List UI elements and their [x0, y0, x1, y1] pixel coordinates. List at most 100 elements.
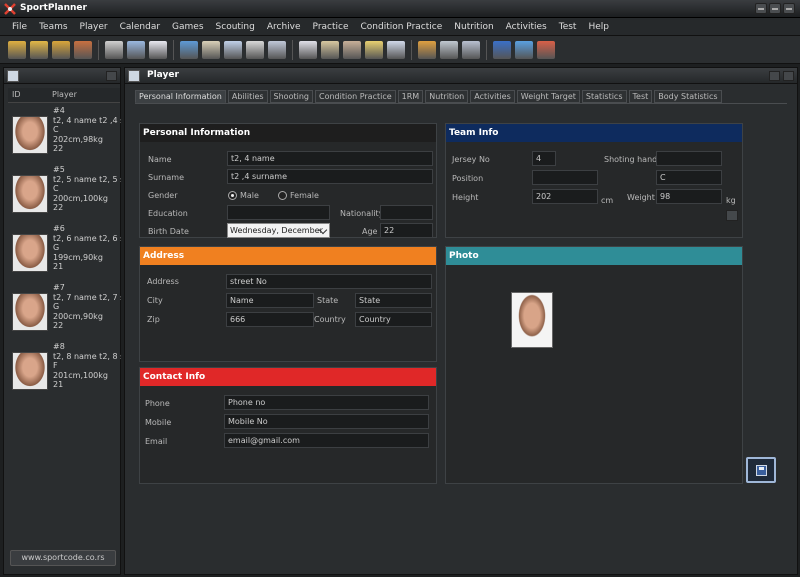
- player-row[interactable]: #6t2, 6 name t2, 6 suG199cm,90kg21: [8, 224, 121, 282]
- birth-date-picker[interactable]: Wednesday, December: [227, 223, 330, 238]
- help-icon[interactable]: [493, 41, 511, 59]
- height-field[interactable]: 202: [532, 189, 598, 204]
- surname-field[interactable]: t2 ,4 surname: [227, 169, 433, 184]
- tab-1rm[interactable]: 1RM: [397, 90, 424, 103]
- weight-field[interactable]: 98: [656, 189, 722, 204]
- list-icon[interactable]: [387, 41, 405, 59]
- tab-weight-target[interactable]: Weight Target: [516, 90, 580, 103]
- menu-teams[interactable]: Teams: [33, 18, 73, 36]
- player-detail-line: G: [53, 243, 60, 252]
- calendar-icon[interactable]: [224, 41, 242, 59]
- player-row[interactable]: #5t2, 5 name t2, 5 suC200cm,100kg22: [8, 165, 121, 223]
- tab-condition-practice[interactable]: Condition Practice: [314, 90, 396, 103]
- education-field[interactable]: [227, 205, 330, 220]
- panel-minimize-button[interactable]: [769, 71, 780, 81]
- sportcode-link[interactable]: www.sportcode.co.rs: [10, 550, 116, 566]
- menu-file[interactable]: File: [6, 18, 33, 36]
- menu-test[interactable]: Test: [553, 18, 583, 36]
- age-field[interactable]: 22: [380, 223, 433, 238]
- menu-scouting[interactable]: Scouting: [210, 18, 261, 36]
- menu-archive[interactable]: Archive: [261, 18, 307, 36]
- maximize-button[interactable]: [769, 3, 781, 14]
- zip-field[interactable]: 666: [226, 312, 314, 327]
- player-row[interactable]: #4t2, 4 name t2 ,4 suC202cm,98kg22: [8, 106, 121, 164]
- panel-close-button[interactable]: [783, 71, 794, 81]
- player-detail-line: 200cm,90kg: [53, 311, 103, 321]
- email-field[interactable]: email@gmail.com: [224, 433, 429, 448]
- report-icon[interactable]: [202, 41, 220, 59]
- exercise-icon[interactable]: [440, 41, 458, 59]
- address-field[interactable]: street No: [226, 274, 432, 289]
- table-icon[interactable]: [268, 41, 286, 59]
- tab-statistics[interactable]: Statistics: [581, 90, 627, 103]
- phone-field[interactable]: Phone no: [224, 395, 429, 410]
- education-label: Education: [148, 209, 188, 218]
- folder-icon[interactable]: [30, 41, 48, 59]
- toolbar-separator: [98, 40, 99, 60]
- chart-icon[interactable]: [180, 41, 198, 59]
- magnifier-icon[interactable]: [127, 41, 145, 59]
- close-button[interactable]: [783, 3, 795, 14]
- clipboard-icon[interactable]: [299, 41, 317, 59]
- menu-player[interactable]: Player: [74, 18, 114, 36]
- document-icon[interactable]: [149, 41, 167, 59]
- tab-test[interactable]: Test: [628, 90, 653, 103]
- name-label: Name: [148, 155, 172, 164]
- tab-personal-information[interactable]: Personal Information: [135, 90, 226, 103]
- player-detail-line: 199cm,90kg: [53, 252, 103, 262]
- notes-icon[interactable]: [365, 41, 383, 59]
- menu-condition-practice[interactable]: Condition Practice: [355, 18, 449, 36]
- position-field[interactable]: [532, 170, 598, 185]
- tab-nutrition[interactable]: Nutrition: [425, 90, 469, 103]
- male-radio[interactable]: [228, 191, 237, 200]
- team-edit-icon[interactable]: [74, 41, 92, 59]
- tab-shooting[interactable]: Shooting: [269, 90, 313, 103]
- panel-minimize-button[interactable]: [106, 71, 117, 81]
- female-radio[interactable]: [278, 191, 287, 200]
- menu-nutrition[interactable]: Nutrition: [448, 18, 499, 36]
- weight-calc-button[interactable]: [726, 210, 738, 221]
- tab-strip: Personal Information Abilities Shooting Con…: [135, 90, 724, 104]
- tools-icon[interactable]: [343, 41, 361, 59]
- player-detail-line: F: [53, 361, 58, 370]
- player-list-panel: ID Player #4t2, 4 name t2 ,4 suC202cm,98…: [3, 67, 121, 575]
- state-field[interactable]: State: [355, 293, 432, 308]
- player-detail-line: C: [53, 184, 59, 193]
- tab-abilities[interactable]: Abilities: [227, 90, 268, 103]
- open-folder-icon[interactable]: [8, 41, 26, 59]
- menu-calendar[interactable]: Calendar: [114, 18, 166, 36]
- shooting-hand-field[interactable]: [656, 151, 722, 166]
- city-field[interactable]: Name: [226, 293, 314, 308]
- info-icon[interactable]: [515, 41, 533, 59]
- player-photo[interactable]: [511, 292, 553, 348]
- folder-open-icon[interactable]: [52, 41, 70, 59]
- menu-help[interactable]: Help: [582, 18, 615, 36]
- bike-icon[interactable]: [246, 41, 264, 59]
- puzzle-icon[interactable]: [537, 41, 555, 59]
- column-id[interactable]: ID: [12, 90, 21, 99]
- player-detail-line: t2, 5 name t2, 5 su: [53, 174, 121, 184]
- surname-label: Surname: [148, 173, 184, 182]
- mobile-field[interactable]: Mobile No: [224, 414, 429, 429]
- country-field[interactable]: Country: [355, 312, 432, 327]
- tab-body-statistics[interactable]: Body Statistics: [654, 90, 722, 103]
- stats-icon[interactable]: [462, 41, 480, 59]
- position-code-field[interactable]: C: [656, 170, 722, 185]
- player-row[interactable]: #8t2, 8 name t2, 8 suF201cm,100kg21: [8, 342, 121, 400]
- player-row[interactable]: #7t2, 7 name t2, 7 suG200cm,90kg22: [8, 283, 121, 341]
- meal-icon[interactable]: [418, 41, 436, 59]
- name-field[interactable]: t2, 4 name: [227, 151, 433, 166]
- column-player[interactable]: Player: [52, 90, 77, 99]
- menu-activities[interactable]: Activities: [500, 18, 553, 36]
- jersey-field[interactable]: 4: [532, 151, 556, 166]
- address-header: Address: [140, 247, 436, 265]
- save-button[interactable]: [746, 457, 776, 483]
- minimize-button[interactable]: [755, 3, 767, 14]
- player-detail-line: 201cm,100kg: [53, 370, 108, 380]
- printer-icon[interactable]: [105, 41, 123, 59]
- menu-practice[interactable]: Practice: [307, 18, 355, 36]
- nationality-field[interactable]: [380, 205, 433, 220]
- tab-activities[interactable]: Activities: [470, 90, 515, 103]
- menu-games[interactable]: Games: [166, 18, 209, 36]
- clipboard-check-icon[interactable]: [321, 41, 339, 59]
